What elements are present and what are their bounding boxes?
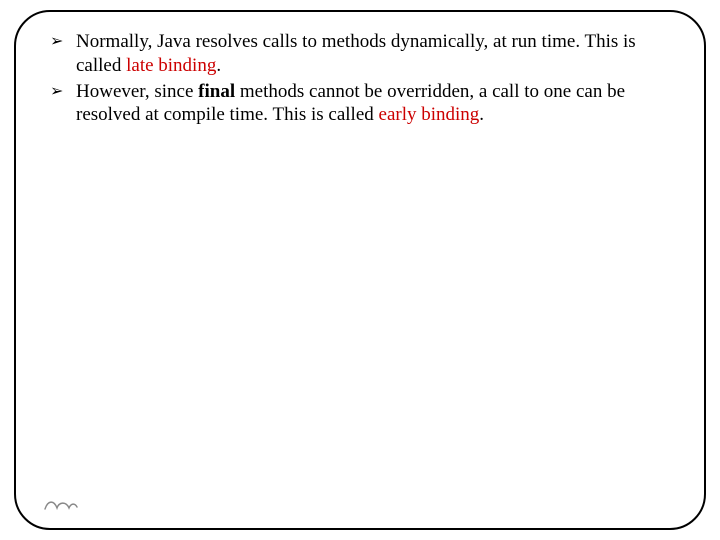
arrow-icon: ➢ <box>50 32 63 53</box>
list-item: ➢ However, since final methods cannot be… <box>50 80 676 128</box>
bullet-text: . <box>479 104 484 125</box>
arrow-icon: ➢ <box>50 82 63 103</box>
list-item: ➢ Normally, Java resolves calls to metho… <box>50 30 676 78</box>
slide-content: ➢ Normally, Java resolves calls to metho… <box>44 30 676 127</box>
slide-frame: ➢ Normally, Java resolves calls to metho… <box>14 10 706 530</box>
bullet-text: However, since <box>76 81 198 102</box>
keyword-final: final <box>198 81 235 102</box>
bullet-list: ➢ Normally, Java resolves calls to metho… <box>44 30 676 127</box>
term-early-binding: early binding <box>379 104 480 125</box>
slide: ➢ Normally, Java resolves calls to metho… <box>0 0 720 540</box>
term-late-binding: late binding <box>126 55 216 76</box>
bullet-text: . <box>216 55 221 76</box>
corner-doodle-icon <box>44 496 78 512</box>
